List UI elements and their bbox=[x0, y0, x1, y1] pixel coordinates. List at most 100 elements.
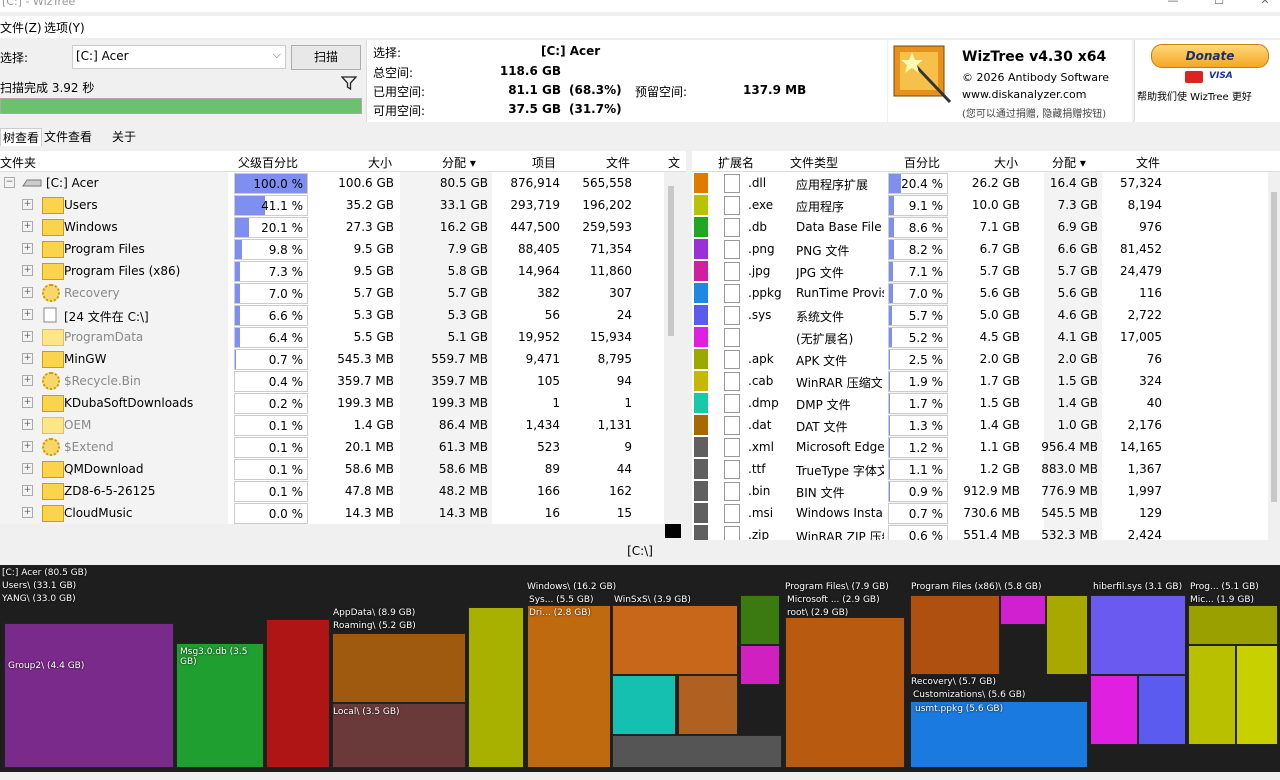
extension-row[interactable]: .db Data Base File 8.6 % 7.1 GB 6.9 GB 976 bbox=[692, 216, 1268, 238]
treemap-block[interactable] bbox=[266, 619, 330, 768]
extension-row[interactable]: .msi Windows Installe 0.7 % 730.6 MB 545.5 M… bbox=[692, 502, 1268, 524]
col-ext-allocated[interactable]: 分配 ▾ bbox=[1052, 154, 1086, 171]
maximize-icon[interactable]: ☐ bbox=[1212, 0, 1226, 7]
expand-icon[interactable]: + bbox=[22, 331, 33, 342]
expand-icon[interactable]: + bbox=[22, 485, 33, 496]
expand-icon[interactable]: + bbox=[22, 375, 33, 386]
website-link[interactable]: www.diskanalyzer.com bbox=[962, 88, 1087, 101]
folder-tree[interactable]: − [C:] Acer 100.0 % 100.6 GB 80.5 GB 876,914 5… bbox=[0, 172, 664, 524]
extension-row[interactable]: (无扩展名) 5.2 % 4.5 GB 4.1 GB 17,005 bbox=[692, 326, 1268, 348]
expand-icon[interactable]: + bbox=[22, 309, 33, 320]
tree-row[interactable]: + Program Files 9.8 % 9.5 GB 7.9 GB 88,405 71,… bbox=[0, 238, 664, 260]
treemap-block[interactable] bbox=[1000, 595, 1046, 625]
extension-row[interactable]: .cab WinRAR 压缩文 1.9 % 1.7 GB 1.5 GB 324 bbox=[692, 370, 1268, 392]
col-parent-percent[interactable]: 父级百分比 bbox=[238, 154, 298, 171]
treemap-block[interactable] bbox=[527, 605, 611, 768]
extension-row[interactable]: .dll 应用程序扩展 20.4 % 26.2 GB 16.4 GB 57,324 bbox=[692, 172, 1268, 194]
col-size[interactable]: 大小 bbox=[368, 154, 392, 171]
tree-scrollbar[interactable] bbox=[665, 172, 677, 524]
treemap-block[interactable] bbox=[4, 623, 174, 768]
expand-icon[interactable]: + bbox=[22, 199, 33, 210]
scan-button[interactable]: 扫描 bbox=[291, 45, 361, 70]
collapse-icon[interactable]: − bbox=[4, 177, 15, 188]
col-file-type[interactable]: 文件类型 bbox=[790, 154, 838, 171]
extension-row[interactable]: .png PNG 文件 8.2 % 6.7 GB 6.6 GB 81,452 bbox=[692, 238, 1268, 260]
menu-options[interactable]: 选项(Y) bbox=[44, 19, 85, 36]
extension-row[interactable]: .xml Microsoft Edge I 1.2 % 1.1 GB 956.4 MB 1… bbox=[692, 436, 1268, 458]
tree-row[interactable]: + $Recycle.Bin 0.4 % 359.7 MB 359.7 MB 105 94 bbox=[0, 370, 664, 392]
tree-row[interactable]: + OEM 0.1 % 1.4 GB 86.4 MB 1,434 1,131 bbox=[0, 414, 664, 436]
expand-icon[interactable]: + bbox=[22, 287, 33, 298]
treemap-block[interactable] bbox=[468, 607, 524, 768]
minimize-icon[interactable]: — bbox=[1166, 0, 1180, 7]
expand-icon[interactable]: + bbox=[22, 243, 33, 254]
tree-row[interactable]: + Program Files (x86) 7.3 % 9.5 GB 5.8 GB 14,… bbox=[0, 260, 664, 282]
extension-row[interactable]: .zip WinRAR ZIP 压缩 0.6 % 551.4 MB 532.3 MB 2,… bbox=[692, 524, 1268, 540]
extension-row[interactable]: .exe 应用程序 9.1 % 10.0 GB 7.3 GB 8,194 bbox=[692, 194, 1268, 216]
extension-row[interactable]: .dat DAT 文件 1.3 % 1.4 GB 1.0 GB 2,176 bbox=[692, 414, 1268, 436]
tree-row[interactable]: + ProgramData 6.4 % 5.5 GB 5.1 GB 19,952 15,93… bbox=[0, 326, 664, 348]
expand-icon[interactable]: + bbox=[22, 353, 33, 364]
close-icon[interactable]: ✕ bbox=[1258, 0, 1272, 7]
col-percent[interactable]: 百分比 bbox=[904, 154, 940, 171]
tree-row[interactable]: + ZD8-6-5-26125 0.1 % 47.8 MB 48.2 MB 166 162 bbox=[0, 480, 664, 502]
expand-icon[interactable]: + bbox=[22, 463, 33, 474]
treemap-block[interactable] bbox=[740, 595, 780, 645]
expand-icon[interactable]: + bbox=[22, 419, 33, 430]
extension-row[interactable]: .jpg JPG 文件 7.1 % 5.7 GB 5.7 GB 24,479 bbox=[692, 260, 1268, 282]
col-more[interactable]: 文 bbox=[668, 154, 680, 171]
treemap-block[interactable] bbox=[740, 645, 780, 685]
tree-row[interactable]: + MinGW 0.7 % 545.3 MB 559.7 MB 9,471 8,795 bbox=[0, 348, 664, 370]
treemap[interactable]: [C:] Acer (80.5 GB) Users\ (33.1 GB) YAN… bbox=[0, 565, 1280, 772]
treemap-block[interactable] bbox=[785, 617, 905, 768]
extension-row[interactable]: .dmp DMP 文件 1.7 % 1.5 GB 1.4 GB 40 bbox=[692, 392, 1268, 414]
extension-row[interactable]: .ttf TrueType 字体文 1.1 % 1.2 GB 883.0 MB 1,367 bbox=[692, 458, 1268, 480]
treemap-block[interactable] bbox=[612, 605, 738, 675]
tree-row[interactable]: + CloudMusic 0.0 % 14.3 MB 14.3 MB 16 15 bbox=[0, 502, 664, 524]
treemap-block[interactable] bbox=[612, 675, 676, 735]
treemap-block[interactable] bbox=[1188, 645, 1236, 745]
treemap-block[interactable] bbox=[332, 633, 466, 703]
col-ext-size[interactable]: 大小 bbox=[994, 154, 1018, 171]
col-items[interactable]: 项目 bbox=[532, 154, 556, 171]
tree-row[interactable]: + Recovery 7.0 % 5.7 GB 5.7 GB 382 307 bbox=[0, 282, 664, 304]
extension-row[interactable]: .apk APK 文件 2.5 % 2.0 GB 2.0 GB 76 bbox=[692, 348, 1268, 370]
extension-row[interactable]: .bin BIN 文件 0.9 % 912.9 MB 776.9 MB 1,997 bbox=[692, 480, 1268, 502]
drive-select[interactable]: [C:] Acer ⌵ bbox=[72, 45, 286, 69]
treemap-block[interactable] bbox=[1090, 595, 1186, 675]
expand-icon[interactable]: + bbox=[22, 397, 33, 408]
donate-button[interactable]: Donate bbox=[1151, 44, 1269, 68]
filter-icon[interactable] bbox=[341, 75, 357, 91]
treemap-block[interactable] bbox=[1046, 595, 1088, 675]
treemap-block[interactable] bbox=[910, 595, 1000, 675]
treemap-block[interactable] bbox=[1138, 675, 1186, 745]
tree-row[interactable]: + $Extend 0.1 % 20.1 MB 61.3 MB 523 9 bbox=[0, 436, 664, 458]
treemap-block[interactable] bbox=[678, 675, 738, 735]
extension-row[interactable]: .sys 系统文件 5.7 % 5.0 GB 4.6 GB 2,722 bbox=[692, 304, 1268, 326]
expand-icon[interactable]: + bbox=[22, 221, 33, 232]
expand-icon[interactable]: + bbox=[22, 507, 33, 518]
treemap-block[interactable] bbox=[1236, 645, 1278, 745]
ext-scrollbar[interactable] bbox=[1268, 172, 1280, 540]
col-ext-files[interactable]: 文件 bbox=[1136, 154, 1160, 171]
treemap-block[interactable] bbox=[612, 735, 782, 768]
tab-about[interactable]: 关于 bbox=[112, 128, 136, 145]
extension-row[interactable]: .ppkg RunTime Provisi 7.0 % 5.6 GB 5.6 GB 116 bbox=[692, 282, 1268, 304]
tree-row[interactable]: + Windows 20.1 % 27.3 GB 16.2 GB 447,500 259,5… bbox=[0, 216, 664, 238]
tab-file-view[interactable]: 文件查看 bbox=[44, 128, 92, 145]
tree-row[interactable]: + [24 文件在 C:\] 6.6 % 5.3 GB 5.3 GB 56 24 bbox=[0, 304, 664, 326]
treemap-block[interactable] bbox=[1188, 605, 1278, 645]
tree-row[interactable]: + KDubaSoftDownloads 0.2 % 199.3 MB 199.3 MB… bbox=[0, 392, 664, 414]
tree-hscrollbar[interactable] bbox=[0, 524, 664, 536]
tree-row[interactable]: + Users 41.1 % 35.2 GB 33.1 GB 293,719 196,202 bbox=[0, 194, 664, 216]
extension-list[interactable]: .dll 应用程序扩展 20.4 % 26.2 GB 16.4 GB 57,324 .exe… bbox=[692, 172, 1268, 540]
expand-icon[interactable]: + bbox=[22, 441, 33, 452]
tree-row[interactable]: − [C:] Acer 100.0 % 100.6 GB 80.5 GB 876,914 5… bbox=[0, 172, 664, 194]
tab-tree-view[interactable]: 树查看 bbox=[0, 128, 43, 146]
treemap-block[interactable] bbox=[1090, 675, 1138, 745]
col-extension[interactable]: 扩展名 bbox=[718, 154, 754, 171]
menu-file[interactable]: 文件(Z) bbox=[0, 19, 42, 36]
col-folder[interactable]: 文件夹 bbox=[0, 154, 36, 171]
tree-row[interactable]: + QMDownload 0.1 % 58.6 MB 58.6 MB 89 44 bbox=[0, 458, 664, 480]
col-files[interactable]: 文件 bbox=[606, 154, 630, 171]
